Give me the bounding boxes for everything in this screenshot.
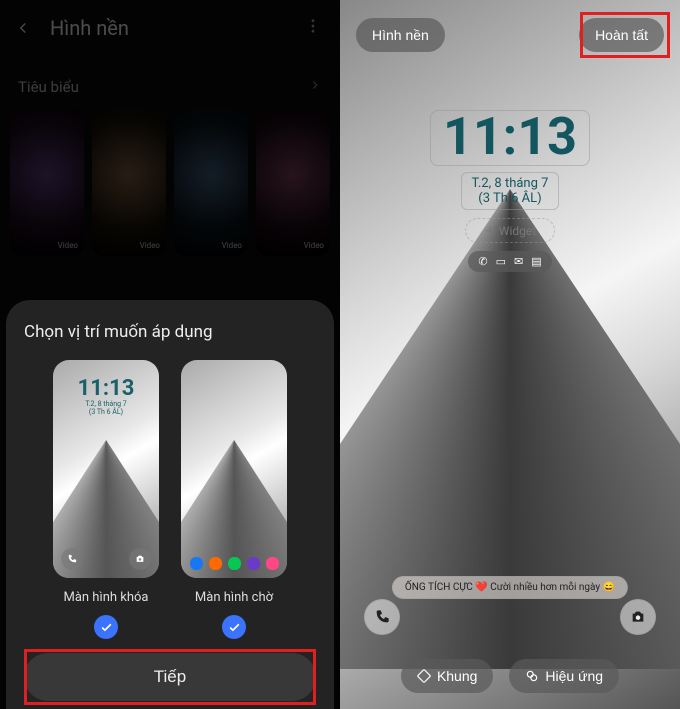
camera-shortcut[interactable] bbox=[620, 599, 656, 635]
sheet-title: Chọn vị trí muốn áp dụng bbox=[24, 322, 316, 342]
lockscreen-preview: 11:13 T.2, 8 tháng 7 (3 Th 6 ÂL) ＋ Widge… bbox=[354, 66, 666, 643]
wallpaper-thumb[interactable]: Video bbox=[256, 108, 330, 256]
preview-time: 11:13 bbox=[53, 376, 159, 401]
home-label: Màn hình chờ bbox=[195, 590, 273, 605]
wallpaper-thumb[interactable]: Video bbox=[92, 108, 166, 256]
check-icon[interactable] bbox=[94, 615, 118, 639]
video-tag: Video bbox=[304, 241, 324, 250]
right-panel: Hình nền Hoàn tất 11:13 T.2, 8 tháng 7 (… bbox=[340, 0, 680, 709]
phone-icon bbox=[61, 548, 83, 570]
frame-icon bbox=[417, 669, 431, 683]
left-panel: Hình nền Tiêu biểu Video Video Video Vid… bbox=[0, 0, 340, 709]
dock bbox=[181, 557, 287, 570]
next-wrap: Tiếp bbox=[24, 639, 316, 701]
date-widget[interactable]: T.2, 8 tháng 7 (3 Th 6 ÂL) bbox=[461, 172, 560, 210]
section-title: Tiêu biểu bbox=[18, 78, 79, 96]
apply-sheet: Chọn vị trí muốn áp dụng 11:13 T.2, 8 th… bbox=[6, 300, 334, 709]
add-widget-button[interactable]: ＋ Widget bbox=[465, 218, 555, 243]
back-icon[interactable] bbox=[14, 17, 36, 39]
wallpaper-button[interactable]: Hình nền bbox=[356, 18, 445, 52]
effects-button[interactable]: Hiệu ứng bbox=[509, 659, 619, 693]
header-title: Hình nền bbox=[50, 16, 304, 40]
mail-icon: ✉ bbox=[514, 255, 523, 268]
check-icon[interactable] bbox=[222, 615, 246, 639]
wallpaper-thumb[interactable]: Video bbox=[10, 108, 84, 256]
notification-icons[interactable]: ✆ ▭ ✉ ▤ bbox=[468, 251, 551, 272]
video-tag: Video bbox=[58, 241, 78, 250]
lock-label: Màn hình khóa bbox=[63, 590, 148, 605]
chat-icon: ▭ bbox=[496, 255, 506, 268]
right-bottom-bar: Khung Hiệu ứng bbox=[340, 659, 680, 693]
missed-call-icon: ✆ bbox=[478, 255, 487, 268]
next-button[interactable]: Tiếp bbox=[24, 653, 316, 701]
frame-button[interactable]: Khung bbox=[401, 659, 493, 693]
video-tag: Video bbox=[140, 241, 160, 250]
right-top-bar: Hình nền Hoàn tất bbox=[340, 18, 680, 52]
phone-shortcut[interactable] bbox=[364, 599, 400, 635]
wallpaper-thumbs: Video Video Video Video bbox=[0, 108, 340, 256]
preview-date: T.2, 8 tháng 7 (3 Th 6 ÂL) bbox=[53, 400, 159, 417]
header: Hình nền bbox=[0, 0, 340, 50]
apply-targets: 11:13 T.2, 8 tháng 7 (3 Th 6 ÂL) Màn hìn… bbox=[24, 360, 316, 639]
target-lockscreen[interactable]: 11:13 T.2, 8 tháng 7 (3 Th 6 ÂL) Màn hìn… bbox=[53, 360, 159, 639]
video-tag: Video bbox=[222, 241, 242, 250]
done-button[interactable]: Hoàn tất bbox=[579, 18, 664, 52]
chevron-right-icon bbox=[308, 78, 322, 96]
caption-text[interactable]: ỐNG TÍCH CỰC ❤️ Cười nhiều hơn mỗi ngày … bbox=[392, 576, 628, 599]
wallpaper-thumb[interactable]: Video bbox=[174, 108, 248, 256]
section-header[interactable]: Tiêu biểu bbox=[0, 50, 340, 108]
more-icon[interactable] bbox=[304, 17, 324, 39]
home-preview bbox=[181, 360, 287, 578]
effects-icon bbox=[525, 669, 539, 683]
clock[interactable]: 11:13 bbox=[430, 110, 590, 166]
message-icon: ▤ bbox=[531, 255, 541, 268]
target-homescreen[interactable]: Màn hình chờ bbox=[181, 360, 287, 639]
camera-icon bbox=[129, 548, 151, 570]
lock-preview: 11:13 T.2, 8 tháng 7 (3 Th 6 ÂL) bbox=[53, 360, 159, 578]
